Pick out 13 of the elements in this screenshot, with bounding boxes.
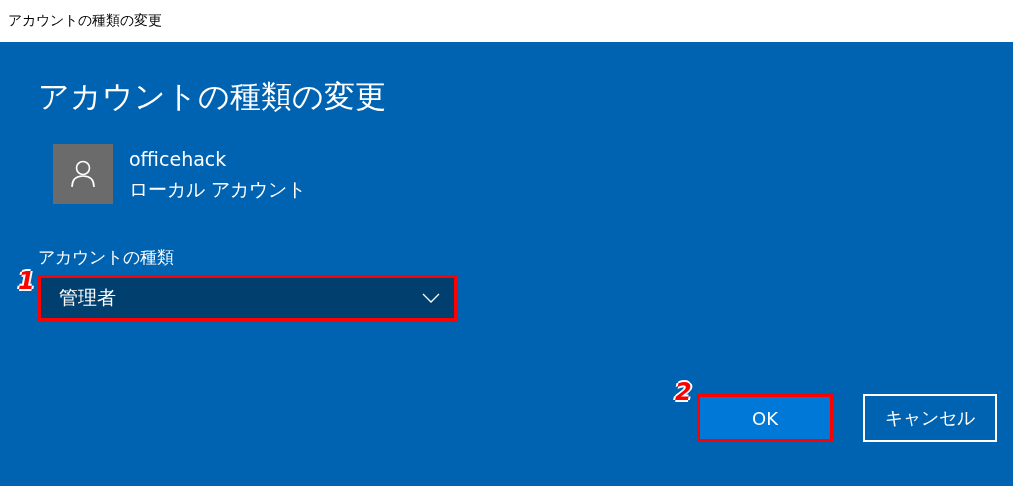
account-name: officehack xyxy=(129,147,228,172)
field-label: アカウントの種類 xyxy=(38,246,174,269)
user-avatar-icon xyxy=(53,144,113,204)
chevron-down-icon xyxy=(422,293,440,303)
account-type: ローカル アカウント xyxy=(129,177,307,202)
dropdown-value: 管理者 xyxy=(59,285,116,310)
step-number: 2 xyxy=(675,380,692,404)
step-number: 1 xyxy=(18,269,35,293)
window-title: アカウントの種類の変更 xyxy=(8,12,162,30)
dialog-button[interactable]: OK xyxy=(697,394,833,442)
dialog-button[interactable]: キャンセル xyxy=(863,394,997,442)
account-type-dropdown[interactable]: 管理者 xyxy=(38,275,457,321)
dialog-heading: アカウントの種類の変更 xyxy=(38,77,386,116)
